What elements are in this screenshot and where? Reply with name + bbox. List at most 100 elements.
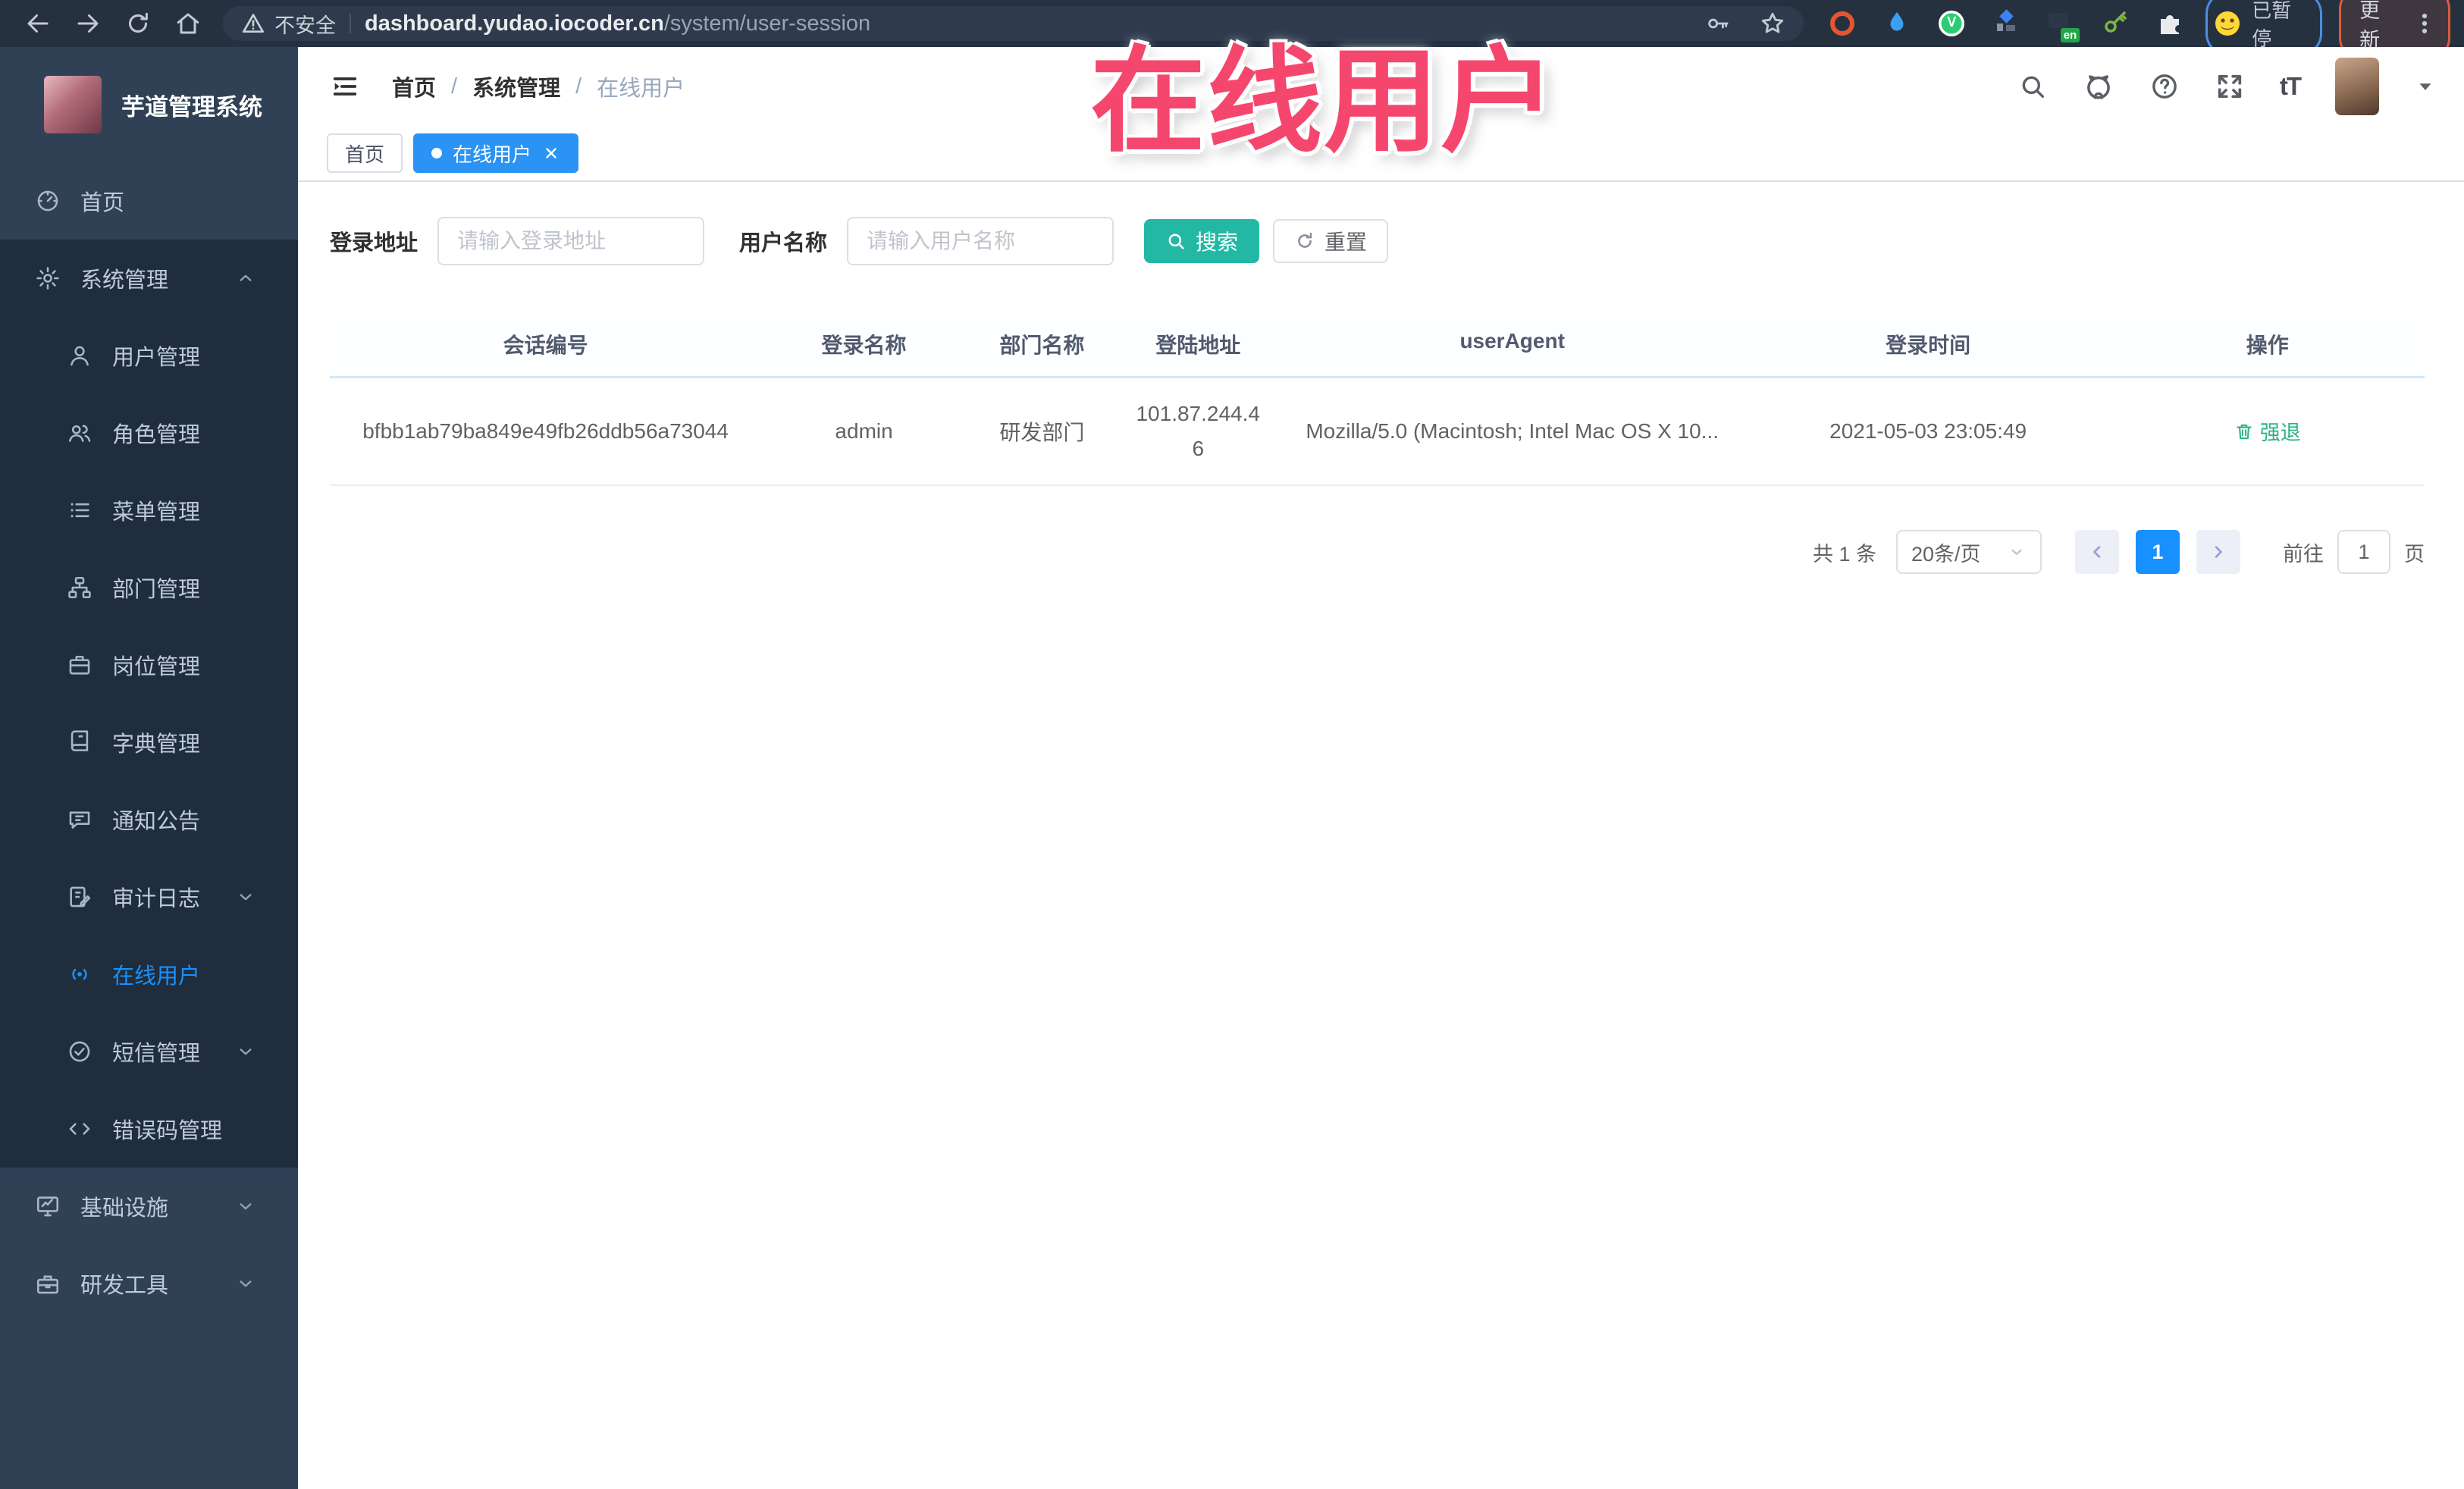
pagination: 共 1 条 20条/页 1 前往 页 <box>330 530 2425 574</box>
users-icon <box>67 420 92 446</box>
sessions-table: 会话编号 登录名称 部门名称 登陆地址 userAgent 登录时间 操作 bf… <box>330 314 2425 486</box>
header-actions: tT <box>2017 58 2437 115</box>
page-number-1[interactable]: 1 <box>2136 530 2180 574</box>
online-signal-icon <box>67 961 92 987</box>
sidebar-item-role-mgmt[interactable]: 角色管理 <box>0 394 298 472</box>
app-header: 首页 / 系统管理 / 在线用户 tT <box>298 47 2464 126</box>
sidebar-item-error-code[interactable]: 错误码管理 <box>0 1090 298 1168</box>
extensions-row: V en <box>1826 8 2186 42</box>
chevron-down-icon <box>234 1040 257 1063</box>
forward-icon[interactable] <box>74 10 102 37</box>
clipboard-pen-icon <box>67 884 92 910</box>
goto-label: 前往 <box>2283 542 2324 566</box>
sidebar-item-notice[interactable]: 通知公告 <box>0 781 298 858</box>
col-session-id: 会话编号 <box>503 334 588 357</box>
table-header-row: 会话编号 登录名称 部门名称 登陆地址 userAgent 登录时间 操作 <box>330 314 2425 378</box>
sidebar-item-dict-mgmt[interactable]: 字典管理 <box>0 704 298 781</box>
chevron-up-icon <box>234 267 257 290</box>
login-address-label: 登录地址 <box>330 231 419 255</box>
page-unit-label: 页 <box>2404 542 2425 566</box>
login-address-input[interactable] <box>437 217 705 265</box>
main-area: 首页 / 系统管理 / 在线用户 tT 首页 在线用户 登录地址 用户 <box>298 47 2464 1489</box>
tag-home[interactable]: 首页 <box>327 133 403 173</box>
prev-page-button[interactable] <box>2075 530 2119 574</box>
hamburger-icon[interactable] <box>330 71 360 102</box>
gear-icon <box>35 265 61 291</box>
extension-icon-green-v[interactable]: V <box>1936 8 1967 39</box>
chevron-down-icon <box>234 1195 257 1218</box>
sidebar-item-dev-tools[interactable]: 研发工具 <box>0 1245 298 1322</box>
caret-down-icon[interactable] <box>2414 75 2437 98</box>
sidebar-item-audit-log[interactable]: 审计日志 <box>0 858 298 936</box>
browser-nav-buttons <box>24 10 202 37</box>
reload-icon[interactable] <box>124 10 152 37</box>
close-icon[interactable] <box>542 144 560 162</box>
avatar[interactable] <box>2335 58 2379 115</box>
security-label[interactable]: 不安全 <box>274 9 336 39</box>
sidebar-item-home[interactable]: 首页 <box>0 162 298 240</box>
search-icon[interactable] <box>2017 71 2048 102</box>
col-actions: 操作 <box>2246 334 2289 357</box>
sidebar-nav: 首页 系统管理 用户管理 角色管理 菜单管理 部门管理 岗位管理 字典管理 通知… <box>0 162 298 1322</box>
sidebar-item-online-users[interactable]: 在线用户 <box>0 936 298 1013</box>
font-size-icon[interactable]: tT <box>2280 72 2302 101</box>
col-ip: 登陆地址 <box>1155 334 1241 357</box>
total-count: 共 1 条 <box>1812 542 1876 566</box>
breadcrumb-system[interactable]: 系统管理 <box>472 71 560 102</box>
goto-page-input[interactable] <box>2337 530 2390 574</box>
breadcrumb-current: 在线用户 <box>597 77 685 101</box>
dashboard-icon <box>35 188 61 214</box>
breadcrumb-home[interactable]: 首页 <box>392 71 436 102</box>
extension-icon-drop[interactable] <box>1881 8 1913 39</box>
address-bar[interactable]: 不安全 dashboard.yudao.iocoder.cn/system/us… <box>223 6 1804 41</box>
logo-row: 芋道管理系统 <box>0 47 298 162</box>
check-circle-icon <box>67 1039 92 1064</box>
key-icon[interactable] <box>1705 11 1731 36</box>
force-logout-button[interactable]: 强退 <box>2234 416 2301 446</box>
extension-icon-diamond[interactable] <box>1990 8 2022 39</box>
tag-online-users[interactable]: 在线用户 <box>413 133 579 173</box>
help-icon[interactable] <box>2149 71 2180 102</box>
active-dot <box>431 148 443 158</box>
search-button[interactable]: 搜索 <box>1144 219 1260 263</box>
emoji-avatar-icon <box>2212 8 2243 39</box>
logo-image <box>44 76 102 133</box>
app-title: 芋道管理系统 <box>121 93 262 121</box>
extension-icon-puzzle[interactable] <box>2154 8 2186 39</box>
username-input[interactable] <box>847 217 1114 265</box>
menu-dots-icon[interactable] <box>2412 11 2437 36</box>
browser-chrome: 不安全 dashboard.yudao.iocoder.cn/system/us… <box>0 0 2464 61</box>
sidebar-item-infrastructure[interactable]: 基础设施 <box>0 1168 298 1245</box>
sidebar-item-dept-mgmt[interactable]: 部门管理 <box>0 549 298 626</box>
col-username: 登录名称 <box>821 334 907 357</box>
next-page-button[interactable] <box>2196 530 2240 574</box>
monitor-icon <box>35 1193 61 1219</box>
back-icon[interactable] <box>24 10 52 37</box>
sidebar-group-system: 系统管理 用户管理 角色管理 菜单管理 部门管理 岗位管理 字典管理 通知公告 … <box>0 240 298 1168</box>
col-dept: 部门名称 <box>999 334 1085 357</box>
code-icon <box>67 1116 92 1142</box>
username-label: 用户名称 <box>739 231 828 255</box>
page-size-select[interactable]: 20条/页 <box>1896 530 2042 574</box>
home-icon[interactable] <box>174 10 202 37</box>
sidebar: 芋道管理系统 首页 系统管理 用户管理 角色管理 菜单管理 部门管理 岗位管理 … <box>0 47 298 1489</box>
briefcase-icon <box>67 652 92 678</box>
dept-cell: 研发部门 <box>999 421 1085 444</box>
url-text[interactable]: dashboard.yudao.iocoder.cn/system/user-s… <box>365 11 870 36</box>
username-cell: admin <box>835 419 893 443</box>
fullscreen-icon[interactable] <box>2215 71 2245 102</box>
table-row: bfbb1ab79ba849e49fb26ddb56a73044 admin 研… <box>330 378 2425 486</box>
reset-button[interactable]: 重置 <box>1273 219 1389 263</box>
col-user-agent: userAgent <box>1459 329 1565 353</box>
github-icon[interactable] <box>2083 71 2114 102</box>
sidebar-item-menu-mgmt[interactable]: 菜单管理 <box>0 472 298 549</box>
bookmark-star-icon[interactable] <box>1760 11 1785 36</box>
sidebar-item-sms-mgmt[interactable]: 短信管理 <box>0 1013 298 1090</box>
extension-icon-orange[interactable] <box>1826 8 1858 39</box>
sidebar-item-user-mgmt[interactable]: 用户管理 <box>0 317 298 394</box>
sidebar-item-system-mgmt[interactable]: 系统管理 <box>0 240 298 317</box>
sidebar-item-post-mgmt[interactable]: 岗位管理 <box>0 626 298 704</box>
user-agent-cell: Mozilla/5.0 (Macintosh; Intel Mac OS X 1… <box>1306 419 1719 443</box>
extension-icon-key[interactable] <box>2099 8 2131 39</box>
extension-icon-translate[interactable]: en <box>2045 8 2080 42</box>
